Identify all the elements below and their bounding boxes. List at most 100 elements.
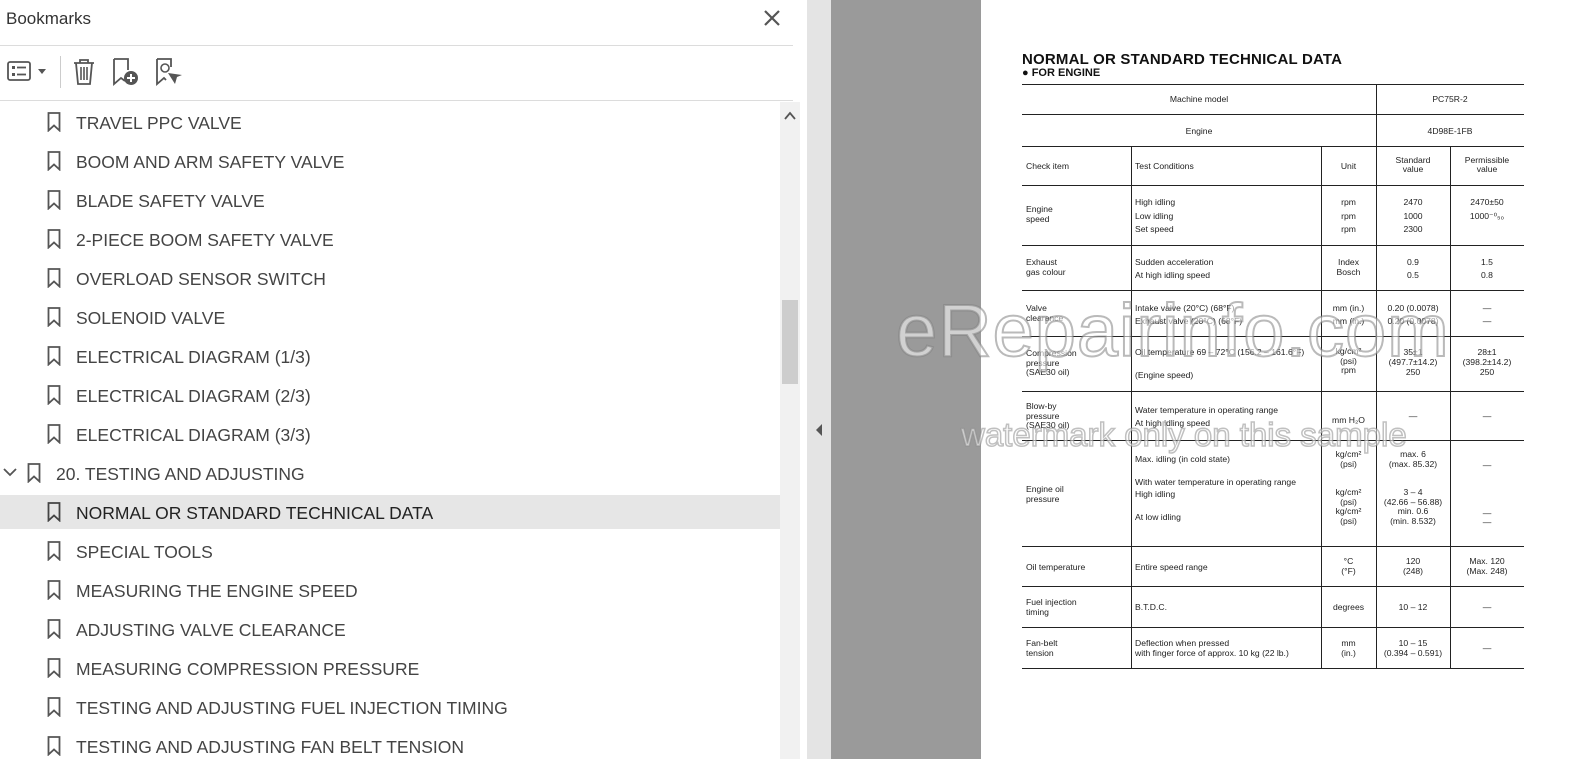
unit-value: Index Bosch bbox=[1336, 257, 1361, 277]
check-item: Fan-belt tension bbox=[1026, 638, 1058, 658]
check-item: Exhaust gas colour bbox=[1026, 257, 1066, 277]
standard-value: 120 (248) bbox=[1402, 556, 1424, 576]
standard-value: 2470 1000 2300 bbox=[1403, 197, 1423, 234]
unit-header: Unit bbox=[1340, 161, 1357, 171]
test-condition: Deflection when pressed with finger forc… bbox=[1135, 638, 1289, 658]
standard-value: max. 6 (max. 85.32) 3 – 4 (42.66 – 56.88… bbox=[1383, 449, 1443, 526]
bookmark-icon bbox=[27, 463, 41, 483]
permissible-value: — — bbox=[1482, 303, 1492, 326]
bookmark-item[interactable]: SPECIAL TOOLS bbox=[0, 534, 780, 568]
bookmark-icon bbox=[47, 385, 61, 405]
bookmark-icon bbox=[47, 541, 61, 561]
bookmark-icon bbox=[47, 658, 61, 678]
bookmark-icon bbox=[47, 736, 61, 756]
bookmark-item[interactable]: TESTING AND ADJUSTING FUEL INJECTION TIM… bbox=[0, 690, 780, 724]
close-icon[interactable] bbox=[760, 6, 784, 30]
bookmark-item[interactable]: ELECTRICAL DIAGRAM (2/3) bbox=[0, 378, 780, 412]
bookmark-label: TESTING AND ADJUSTING FUEL INJECTION TIM… bbox=[76, 698, 508, 718]
permissible-value: 2470±50 1000⁻⁰₅₀ bbox=[1469, 197, 1505, 221]
bookmarks-panel: Bookmarks TRAVEL PPC VALVE BOOM AND ARM … bbox=[0, 0, 807, 759]
standard-value-header: Standard value bbox=[1395, 155, 1431, 174]
bookmark-item-selected[interactable]: NORMAL OR STANDARD TECHNICAL DATA bbox=[0, 495, 780, 529]
standard-value: 10 – 12 bbox=[1398, 602, 1428, 612]
check-item: Fuel injection timing bbox=[1026, 597, 1077, 617]
bookmark-label: BOOM AND ARM SAFETY VALVE bbox=[76, 152, 345, 172]
bookmark-label: 2-PIECE BOOM SAFETY VALVE bbox=[76, 230, 334, 250]
delete-bookmark-icon[interactable] bbox=[70, 56, 98, 88]
permissible-value-header: Permissible value bbox=[1464, 155, 1510, 174]
bookmark-label: TESTING AND ADJUSTING FAN BELT TENSION bbox=[76, 737, 464, 757]
collapse-panel-icon[interactable] bbox=[815, 423, 823, 437]
permissible-value: — bbox=[1482, 643, 1492, 653]
test-conditions-header: Test Conditions bbox=[1135, 161, 1194, 171]
bookmark-icon bbox=[47, 307, 61, 327]
watermark-text: eRepairinfo.com bbox=[895, 288, 1450, 373]
permissible-value: — — — bbox=[1482, 460, 1492, 527]
bookmark-item[interactable]: BOOM AND ARM SAFETY VALVE bbox=[0, 144, 780, 178]
bookmarks-scrollbar[interactable] bbox=[780, 102, 800, 759]
permissible-value: 28±1 (398.2±14.2) 250 bbox=[1462, 347, 1512, 377]
bookmark-label: SOLENOID VALVE bbox=[76, 308, 226, 328]
unit-value: °C (°F) bbox=[1341, 556, 1356, 576]
bookmark-icon bbox=[47, 697, 61, 717]
bookmark-item[interactable]: ELECTRICAL DIAGRAM (1/3) bbox=[0, 339, 780, 373]
bookmark-item[interactable]: 2-PIECE BOOM SAFETY VALVE bbox=[0, 222, 780, 256]
bookmark-item[interactable]: ELECTRICAL DIAGRAM (3/3) bbox=[0, 417, 780, 451]
bookmark-label: ELECTRICAL DIAGRAM (3/3) bbox=[76, 425, 311, 445]
standard-value: 0.9 0.5 bbox=[1407, 257, 1419, 280]
bookmark-item[interactable]: MEASURING COMPRESSION PRESSURE bbox=[0, 651, 780, 685]
bookmark-item[interactable]: SOLENOID VALVE bbox=[0, 300, 780, 334]
bookmark-tree: TRAVEL PPC VALVE BOOM AND ARM SAFETY VAL… bbox=[0, 102, 780, 759]
bookmark-label: TRAVEL PPC VALVE bbox=[76, 113, 242, 133]
bookmark-label: OVERLOAD SENSOR SWITCH bbox=[76, 269, 326, 289]
bookmark-icon bbox=[47, 346, 61, 366]
document-page: NORMAL OR STANDARD TECHNICAL DATA ● FOR … bbox=[895, 0, 1571, 759]
test-condition: B.T.D.C. bbox=[1135, 602, 1167, 612]
scrollbar-thumb[interactable] bbox=[782, 300, 798, 384]
bookmark-section-testing-adjusting[interactable]: 20. TESTING AND ADJUSTING bbox=[0, 456, 780, 490]
bookmark-icon bbox=[47, 619, 61, 639]
standard-value: 10 – 15 (0.394 – 0.591) bbox=[1383, 638, 1443, 658]
bookmark-item[interactable]: OVERLOAD SENSOR SWITCH bbox=[0, 261, 780, 295]
permissible-value: — bbox=[1482, 411, 1492, 421]
permissible-value: Max. 120 (Max. 248) bbox=[1466, 556, 1508, 576]
options-menu-button[interactable] bbox=[6, 56, 50, 88]
panel-title: Bookmarks bbox=[6, 9, 92, 28]
document-view[interactable]: NORMAL OR STANDARD TECHNICAL DATA ● FOR … bbox=[831, 0, 1571, 759]
bookmark-item[interactable]: TRAVEL PPC VALVE bbox=[0, 105, 780, 139]
bookmark-icon bbox=[47, 112, 61, 132]
unit-value: mm (in.) bbox=[1341, 638, 1356, 658]
add-bookmark-icon[interactable] bbox=[110, 56, 142, 88]
bookmark-label: 20. TESTING AND ADJUSTING bbox=[56, 464, 305, 484]
check-item: Oil temperature bbox=[1026, 562, 1086, 572]
scroll-up-icon[interactable] bbox=[783, 110, 797, 122]
bookmark-label: BLADE SAFETY VALVE bbox=[76, 191, 265, 211]
bookmark-label: ELECTRICAL DIAGRAM (2/3) bbox=[76, 386, 311, 406]
check-item: Engine oil pressure bbox=[1026, 484, 1064, 504]
machine-model-label: Machine model bbox=[1169, 94, 1229, 104]
bookmark-icon bbox=[47, 151, 61, 171]
bookmark-label: SPECIAL TOOLS bbox=[76, 542, 213, 562]
test-condition: Sudden acceleration At high idling speed bbox=[1135, 257, 1214, 280]
check-item: Engine speed bbox=[1026, 204, 1053, 224]
bookmark-label: MEASURING THE ENGINE SPEED bbox=[76, 581, 358, 601]
bookmark-toolbar bbox=[0, 46, 793, 100]
bookmark-item[interactable]: MEASURING THE ENGINE SPEED bbox=[0, 573, 780, 607]
panel-splitter[interactable] bbox=[807, 0, 831, 759]
chevron-down-icon[interactable] bbox=[2, 464, 18, 480]
test-condition: Entire speed range bbox=[1135, 562, 1208, 572]
find-bookmark-icon[interactable] bbox=[152, 56, 184, 88]
bookmark-label: MEASURING COMPRESSION PRESSURE bbox=[76, 659, 420, 679]
bookmark-icon bbox=[47, 229, 61, 249]
bookmark-label: ADJUSTING VALVE CLEARANCE bbox=[76, 620, 346, 640]
bookmark-icon bbox=[47, 268, 61, 288]
bookmark-icon bbox=[47, 424, 61, 444]
bookmark-item[interactable]: TESTING AND ADJUSTING FAN BELT TENSION bbox=[0, 729, 780, 759]
bookmark-icon bbox=[47, 190, 61, 210]
bookmark-icon bbox=[47, 502, 61, 522]
permissible-value: 1.5 0.8 bbox=[1481, 257, 1493, 280]
check-item-header: Check item bbox=[1026, 161, 1069, 171]
bookmark-item[interactable]: ADJUSTING VALVE CLEARANCE bbox=[0, 612, 780, 646]
bookmark-item[interactable]: BLADE SAFETY VALVE bbox=[0, 183, 780, 217]
unit-value: rpm rpm rpm bbox=[1341, 197, 1356, 234]
